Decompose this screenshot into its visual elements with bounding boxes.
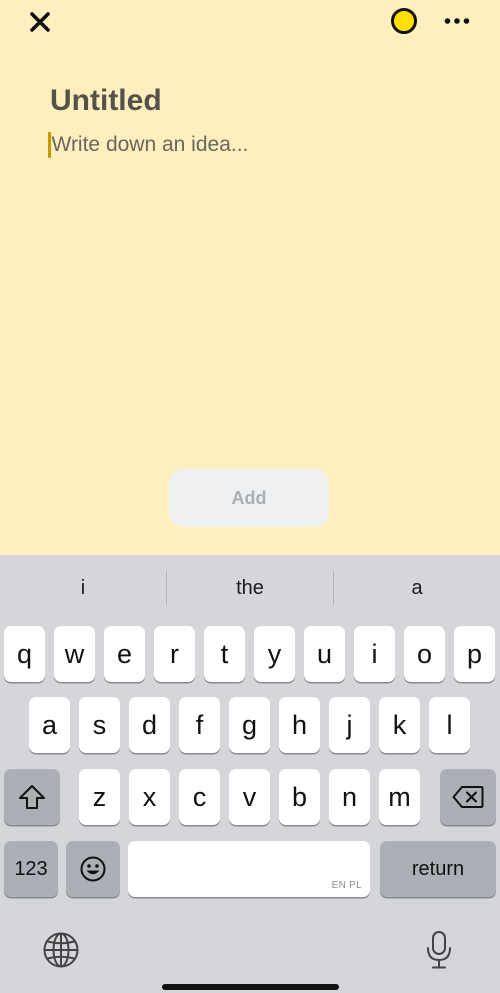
globe-icon — [43, 932, 79, 968]
close-icon — [30, 12, 50, 32]
key-c[interactable]: c — [179, 769, 220, 825]
return-key[interactable]: return — [380, 841, 496, 897]
suggestion-bar: i the a — [0, 555, 500, 621]
key-t[interactable]: t — [204, 626, 245, 682]
note-body-input[interactable]: Write down an idea... — [48, 130, 448, 160]
note-title[interactable]: Untitled — [50, 82, 162, 120]
key-i[interactable]: i — [354, 626, 395, 682]
key-g[interactable]: g — [229, 697, 270, 753]
key-o[interactable]: o — [404, 626, 445, 682]
more-options-button[interactable] — [440, 6, 474, 36]
space-key[interactable]: EN PL — [128, 841, 370, 897]
emoji-key[interactable] — [66, 841, 120, 897]
key-j[interactable]: j — [329, 697, 370, 753]
microphone-button[interactable] — [418, 927, 460, 973]
key-f[interactable]: f — [179, 697, 220, 753]
key-p[interactable]: p — [454, 626, 495, 682]
close-button[interactable] — [26, 8, 54, 36]
key-x[interactable]: x — [129, 769, 170, 825]
key-u[interactable]: u — [304, 626, 345, 682]
color-picker-icon — [391, 8, 417, 34]
home-indicator[interactable] — [162, 984, 339, 990]
note-body-placeholder: Write down an idea... — [51, 133, 249, 156]
microphone-icon — [427, 931, 451, 969]
key-e[interactable]: e — [104, 626, 145, 682]
suggestion-1[interactable]: i — [0, 555, 166, 621]
key-d[interactable]: d — [129, 697, 170, 753]
numbers-key[interactable]: 123 — [4, 841, 58, 897]
key-h[interactable]: h — [279, 697, 320, 753]
key-l[interactable]: l — [429, 697, 470, 753]
key-w[interactable]: w — [54, 626, 95, 682]
keyboard: i the a q w e r t y u i o p a s d f g h … — [0, 555, 500, 993]
shift-key[interactable] — [4, 769, 60, 825]
key-r[interactable]: r — [154, 626, 195, 682]
key-s[interactable]: s — [79, 697, 120, 753]
backspace-icon — [452, 786, 484, 808]
add-button[interactable]: Add — [169, 469, 329, 527]
key-m[interactable]: m — [379, 769, 420, 825]
suggestion-2[interactable]: the — [167, 555, 333, 621]
key-v[interactable]: v — [229, 769, 270, 825]
backspace-key[interactable] — [440, 769, 496, 825]
suggestion-3[interactable]: a — [334, 555, 500, 621]
more-dots-icon — [444, 18, 470, 24]
key-n[interactable]: n — [329, 769, 370, 825]
globe-button[interactable] — [38, 927, 84, 973]
text-caret — [48, 132, 51, 158]
shift-icon — [19, 785, 45, 809]
color-picker-button[interactable] — [389, 6, 419, 36]
key-k[interactable]: k — [379, 697, 420, 753]
key-a[interactable]: a — [29, 697, 70, 753]
key-z[interactable]: z — [79, 769, 120, 825]
key-q[interactable]: q — [4, 626, 45, 682]
key-b[interactable]: b — [279, 769, 320, 825]
note-editor: Untitled Write down an idea... Add — [0, 0, 500, 555]
emoji-icon — [80, 856, 106, 882]
space-language-label: EN PL — [331, 880, 362, 891]
key-y[interactable]: y — [254, 626, 295, 682]
